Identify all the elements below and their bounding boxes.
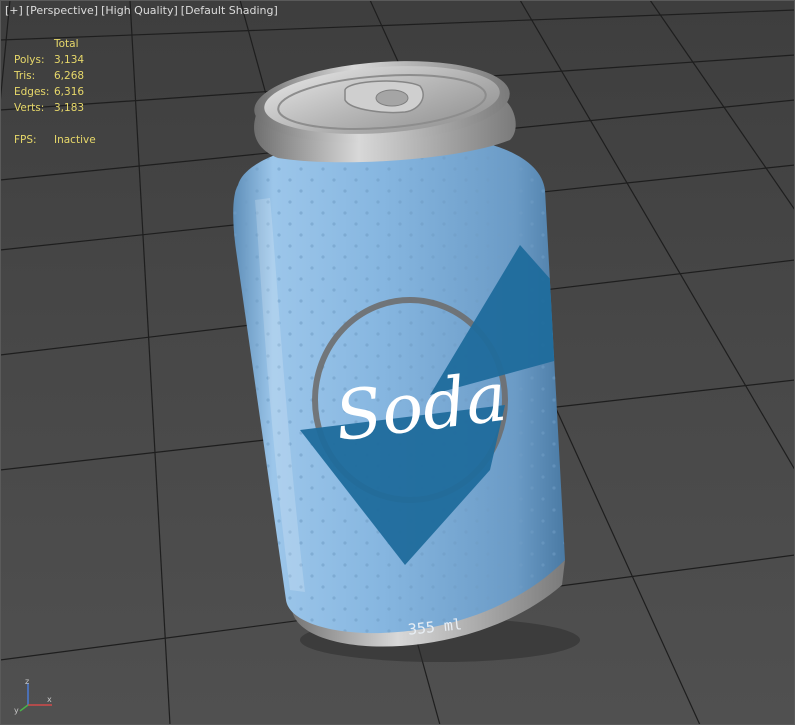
stats-row-polys: Polys: 3,134 bbox=[14, 52, 96, 68]
axis-z-label: z bbox=[25, 677, 29, 686]
stats-label: Tris: bbox=[14, 70, 36, 82]
stats-row-tris: Tris: 6,268 bbox=[14, 68, 96, 84]
stats-label: Polys: bbox=[14, 54, 45, 66]
viewport-pov-menu[interactable]: [Perspective] bbox=[26, 4, 98, 17]
axis-x-label: x bbox=[47, 695, 52, 704]
axis-tripod-icon: z x y bbox=[14, 677, 52, 715]
viewport-label-menu: [+] [Perspective] [High Quality] [Defaul… bbox=[5, 4, 278, 17]
soda-can-model[interactable]: Soda 355 ml bbox=[0, 0, 795, 725]
viewport-quality-menu[interactable]: [High Quality] bbox=[101, 4, 178, 17]
axis-y-label: y bbox=[14, 706, 19, 715]
stats-label: FPS: bbox=[14, 134, 37, 146]
stats-row-verts: Verts: 3,183 bbox=[14, 100, 96, 116]
stats-label: Verts: bbox=[14, 102, 45, 114]
stats-value: 3,134 bbox=[54, 54, 85, 66]
stats-value: 6,316 bbox=[54, 86, 85, 98]
viewport-shading-menu[interactable]: [Default Shading] bbox=[181, 4, 278, 17]
scene-statistics: Total Polys: 3,134 Tris: 6,268 Edges: 6,… bbox=[14, 36, 96, 148]
stats-row-fps: FPS: Inactive bbox=[14, 132, 96, 148]
stats-row-edges: Edges: 6,316 bbox=[14, 84, 96, 100]
stats-value: 3,183 bbox=[54, 102, 85, 114]
stats-value: 6,268 bbox=[54, 70, 85, 82]
stats-value: Inactive bbox=[54, 134, 96, 146]
viewport-perspective[interactable]: Soda 355 ml [+] [Perspective] [High Qual… bbox=[0, 0, 795, 725]
viewport-general-menu[interactable]: [+] bbox=[5, 4, 23, 17]
stats-header: Total bbox=[54, 38, 79, 50]
stats-label: Edges: bbox=[14, 86, 50, 98]
